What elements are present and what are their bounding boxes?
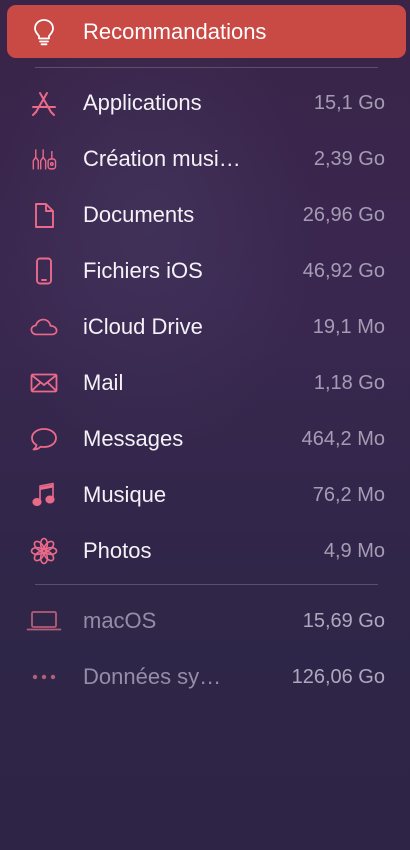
storage-size: 19,1 Mo — [312, 316, 385, 338]
sidebar-item-label: Mail — [83, 370, 124, 395]
storage-size: 15,1 Go — [313, 92, 385, 114]
divider — [35, 67, 378, 68]
sidebar-item-applications[interactable]: Applications 15,1 Go — [0, 75, 410, 131]
sidebar-item-label: Données sy… — [83, 664, 222, 689]
sidebar-item-label: Photos — [83, 538, 152, 563]
sidebar-item-mail[interactable]: Mail 1,18 Go — [0, 355, 410, 411]
sidebar-item-label: Fichiers iOS — [83, 258, 203, 283]
sidebar-item-label: Messages — [83, 426, 184, 451]
laptop-icon — [26, 607, 62, 635]
sidebar-item-recommendations[interactable]: Recommandations — [0, 4, 410, 60]
sidebar-item-photos[interactable]: Photos 4,9 Mo — [0, 523, 410, 579]
sidebar-item-documents[interactable]: Documents 26,96 Go — [0, 187, 410, 243]
sidebar-item-label: Recommandations — [83, 19, 267, 44]
storage-size: 46,92 Go — [302, 260, 385, 282]
sidebar-item-label: Applications — [83, 90, 202, 115]
music-note-icon — [30, 481, 58, 509]
sidebar-item-label: Musique — [83, 482, 167, 507]
sidebar-item-label: iCloud Drive — [83, 314, 203, 339]
storage-size: 4,9 Mo — [323, 540, 385, 562]
cloud-icon — [30, 313, 58, 341]
storage-size: 76,2 Mo — [312, 484, 385, 506]
storage-sidebar: Recommandations Applications 15,1 Go Cré… — [0, 0, 410, 850]
document-icon — [30, 201, 58, 229]
sidebar-item-system-data[interactable]: Données sy… 126,06 Go — [0, 649, 410, 705]
storage-size: 26,96 Go — [302, 204, 385, 226]
sidebar-item-icloud-drive[interactable]: iCloud Drive 19,1 Mo — [0, 299, 410, 355]
storage-size: 2,39 Go — [313, 148, 385, 170]
app-store-icon — [30, 89, 58, 117]
sidebar-item-music[interactable]: Musique 76,2 Mo — [0, 467, 410, 523]
divider — [35, 584, 378, 585]
sidebar-item-macos[interactable]: macOS 15,69 Go — [0, 593, 410, 649]
sidebar-item-messages[interactable]: Messages 464,2 Mo — [0, 411, 410, 467]
sidebar-item-ios-files[interactable]: Fichiers iOS 46,92 Go — [0, 243, 410, 299]
storage-size: 15,69 Go — [302, 610, 385, 632]
ellipsis-icon — [30, 663, 58, 691]
sidebar-item-label: Création musi… — [83, 146, 241, 171]
message-bubble-icon — [30, 425, 58, 453]
guitar-icon — [30, 145, 58, 173]
lightbulb-icon — [30, 18, 58, 46]
photos-flower-icon — [30, 537, 58, 565]
envelope-icon — [30, 369, 58, 397]
storage-size: 1,18 Go — [313, 372, 385, 394]
sidebar-item-label: Documents — [83, 202, 195, 227]
storage-size: 126,06 Go — [291, 666, 385, 688]
sidebar-item-label: macOS — [83, 608, 157, 633]
iphone-icon — [30, 257, 58, 285]
sidebar-item-music-creation[interactable]: Création musi… 2,39 Go — [0, 131, 410, 187]
storage-size: 464,2 Mo — [301, 428, 385, 450]
